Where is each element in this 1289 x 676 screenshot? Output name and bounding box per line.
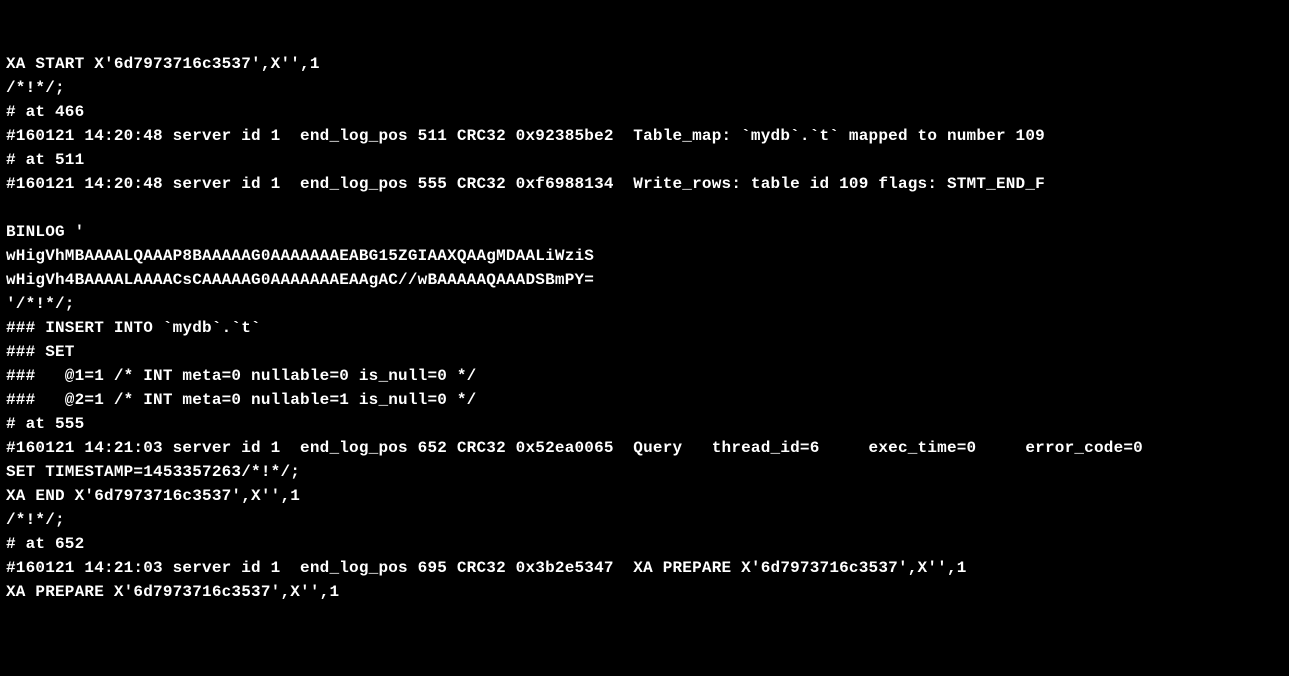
terminal-line: ### INSERT INTO `mydb`.`t` (6, 316, 1283, 340)
terminal-line: #160121 14:20:48 server id 1 end_log_pos… (6, 124, 1283, 148)
terminal-line: ### @1=1 /* INT meta=0 nullable=0 is_nul… (6, 364, 1283, 388)
terminal-line: wHigVhMBAAAALQAAAP8BAAAAAG0AAAAAAAEABG15… (6, 244, 1283, 268)
terminal-line: BINLOG ' (6, 220, 1283, 244)
terminal-line: wHigVh4BAAAALAAAACsCAAAAAG0AAAAAAAEAAgAC… (6, 268, 1283, 292)
terminal-line: # at 511 (6, 148, 1283, 172)
terminal-line: SET TIMESTAMP=1453357263/*!*/; (6, 460, 1283, 484)
terminal-line: #160121 14:21:03 server id 1 end_log_pos… (6, 556, 1283, 580)
terminal-line: ### SET (6, 340, 1283, 364)
terminal-line: # at 555 (6, 412, 1283, 436)
terminal-line: #160121 14:21:03 server id 1 end_log_pos… (6, 436, 1283, 460)
terminal-line: /*!*/; (6, 508, 1283, 532)
terminal-line: XA PREPARE X'6d7973716c3537',X'',1 (6, 580, 1283, 604)
terminal-line: ### @2=1 /* INT meta=0 nullable=1 is_nul… (6, 388, 1283, 412)
terminal-output: XA START X'6d7973716c3537',X'',1/*!*/;# … (6, 52, 1283, 604)
terminal-line: # at 466 (6, 100, 1283, 124)
terminal-line: # at 652 (6, 532, 1283, 556)
terminal-line: '/*!*/; (6, 292, 1283, 316)
terminal-line (6, 196, 1283, 220)
terminal-line: XA END X'6d7973716c3537',X'',1 (6, 484, 1283, 508)
terminal-line: XA START X'6d7973716c3537',X'',1 (6, 52, 1283, 76)
terminal-line: /*!*/; (6, 76, 1283, 100)
terminal-line: #160121 14:20:48 server id 1 end_log_pos… (6, 172, 1283, 196)
